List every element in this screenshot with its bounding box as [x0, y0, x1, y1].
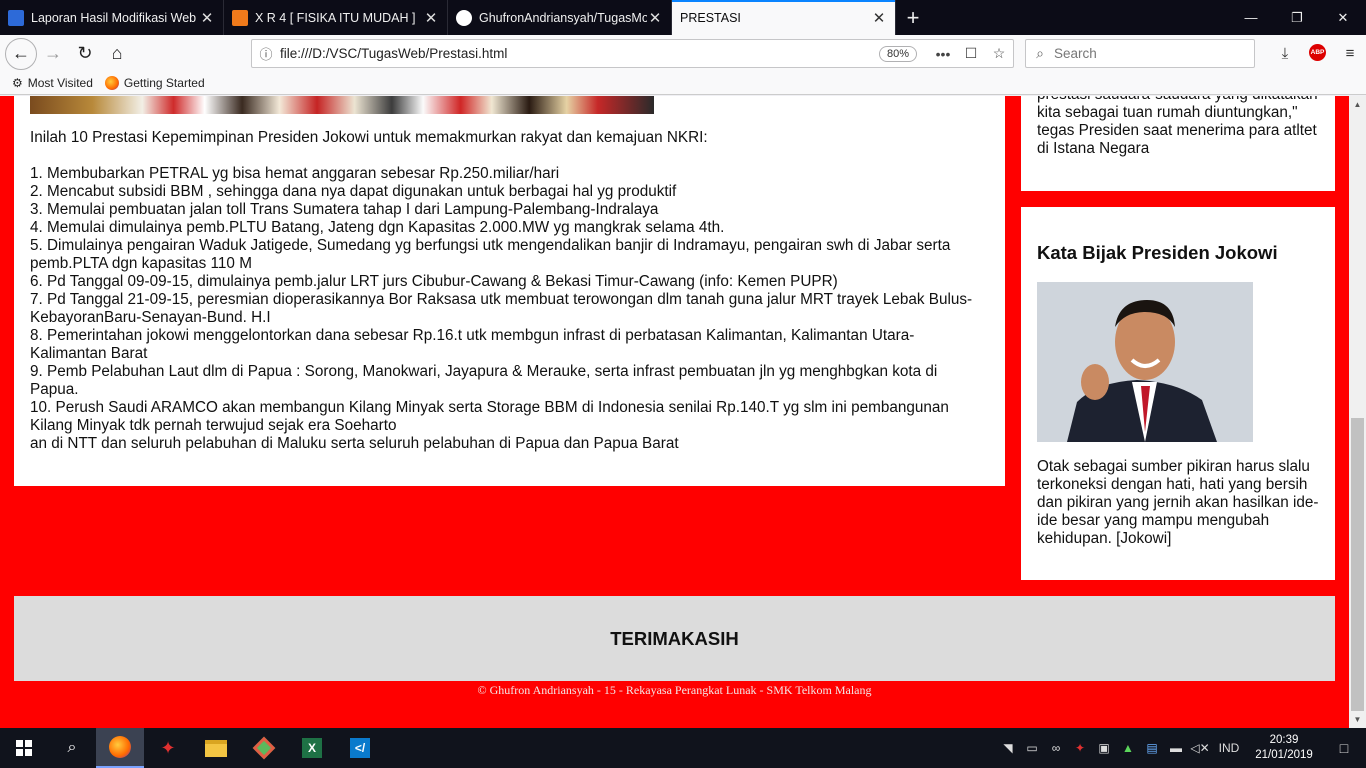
bookmark-getting-started[interactable]: Getting Started — [104, 76, 205, 90]
search-placeholder: Search — [1054, 46, 1097, 61]
article-photo — [30, 96, 654, 114]
restore-icon[interactable]: ❐ — [1274, 0, 1320, 35]
clock-time: 20:39 — [1269, 734, 1299, 746]
page-viewport: Inilah 10 Prestasi Kepemimpinan Presiden… — [0, 96, 1349, 728]
list-item: 2. Mencabut subsidi BBM , sehingga dana … — [30, 183, 677, 200]
page-actions-icon[interactable]: ••• — [929, 46, 957, 62]
sidebar-card-quote: Kata Bijak Presiden Jokowi Otak sebagai … — [1021, 207, 1335, 580]
tab-github[interactable]: GhufronAndriansyah/TugasMo ✕ — [448, 0, 672, 35]
close-window-icon[interactable]: ✕ — [1320, 0, 1366, 35]
reload-button[interactable]: ↻ — [69, 38, 101, 70]
footer-title: TERIMAKASIH — [610, 627, 739, 649]
close-tab-icon[interactable]: ✕ — [423, 9, 439, 27]
list-item: 4. Memulai dimulainya pemb.PLTU Batang, … — [30, 219, 725, 236]
tab-title: GhufronAndriansyah/TugasMo — [479, 10, 647, 25]
article-text: Inilah 10 Prestasi Kepemimpinan Presiden… — [30, 129, 980, 453]
os-taskbar: ⌕ ✦ X </ ◥ ▭ ∞ ✦ ▣ ▲ ▤ ▬ ◁✕ IND 20:39 21… — [0, 728, 1366, 768]
notification-icon[interactable]: □ — [1322, 740, 1366, 756]
windows-start-icon[interactable] — [0, 728, 48, 768]
footer-banner: TERIMAKASIH — [14, 596, 1335, 681]
bookmark-most-visited[interactable]: ⚙ Most Visited — [12, 76, 93, 90]
tab-title: PRESTASI — [680, 10, 741, 25]
language-indicator[interactable]: IND — [1212, 741, 1246, 755]
copyright-text: © Ghufron Andriansyah - 15 - Rekayasa Pe… — [477, 683, 872, 697]
tab-title: X R 4 [ FISIKA ITU MUDAH ] — [255, 10, 416, 25]
tab-fisika[interactable]: X R 4 [ FISIKA ITU MUDAH ] ✕ — [224, 0, 448, 35]
link-icon[interactable]: ∞ — [1044, 741, 1068, 755]
search-icon: ⌕ — [1036, 45, 1044, 61]
info-icon[interactable]: ⓘ — [252, 44, 280, 63]
forward-button[interactable]: → — [37, 38, 69, 70]
tab-laporan[interactable]: Laporan Hasil Modifikasi Web ✕ — [0, 0, 224, 35]
tab-prestasi[interactable]: PRESTASI ✕ — [672, 0, 896, 35]
page-scrollbar[interactable]: ▲ ▼ — [1349, 96, 1366, 728]
bookmark-star-icon[interactable]: ☆ — [985, 45, 1013, 62]
excel-icon[interactable]: X — [288, 728, 336, 768]
adblock-icon[interactable]: ABP — [1309, 44, 1326, 61]
scroll-up-icon[interactable]: ▲ — [1349, 96, 1366, 113]
new-tab-button[interactable]: + — [896, 0, 930, 35]
tab-strip: Laporan Hasil Modifikasi Web ✕ X R 4 [ F… — [0, 0, 1366, 35]
list-item: 7. Pd Tanggal 21-09-15, peresmian dioper… — [30, 291, 973, 326]
list-item: 5. Dimulainya pengairan Waduk Jatigede, … — [30, 237, 951, 272]
firefox-taskbar-icon[interactable] — [96, 728, 144, 768]
tray-app-icon[interactable]: ▤ — [1140, 741, 1164, 755]
portrait-image — [1037, 282, 1253, 442]
file-explorer-icon[interactable] — [192, 728, 240, 768]
article-intro: Inilah 10 Prestasi Kepemimpinan Presiden… — [30, 129, 708, 146]
bookmark-label: Most Visited — [27, 76, 93, 90]
bookmark-label: Getting Started — [123, 76, 205, 90]
search-input[interactable]: ⌕ Search — [1025, 39, 1255, 68]
network-icon[interactable]: ◥ — [996, 741, 1020, 755]
url-bar[interactable]: ⓘ file:///D:/VSC/TugasWeb/Prestasi.html … — [251, 39, 1014, 68]
sidebar-news-text: prestasi saudara-saudara yang dikatakan … — [1037, 96, 1318, 157]
jokowi-photo — [1037, 282, 1253, 442]
close-tab-icon[interactable]: ✕ — [199, 9, 215, 27]
zoom-badge[interactable]: 80% — [878, 45, 917, 62]
scrollbar-thumb[interactable] — [1351, 418, 1364, 711]
pocket-icon[interactable]: ☐ — [957, 45, 985, 62]
list-item: 1. Membubarkan PETRAL yg bisa hemat angg… — [30, 165, 560, 182]
search-icon[interactable]: ⌕ — [48, 728, 96, 768]
menu-icon[interactable]: ≡ — [1334, 37, 1366, 69]
article-card: Inilah 10 Prestasi Kepemimpinan Presiden… — [14, 96, 1005, 486]
close-tab-icon[interactable]: ✕ — [647, 9, 663, 27]
firefox-icon — [104, 76, 119, 90]
quote-text: Otak sebagai sumber pikiran harus slalu … — [1037, 458, 1319, 547]
blogger-icon — [232, 9, 248, 26]
volume-muted-icon[interactable]: ◁✕ — [1188, 741, 1212, 755]
tray-app-icon[interactable]: ▲ — [1116, 741, 1140, 755]
list-item: 8. Pemerintahan jokowi menggelontorkan d… — [30, 327, 915, 362]
download-icon[interactable]: ⤓ — [1269, 37, 1301, 69]
clock-date: 21/01/2019 — [1255, 749, 1313, 761]
git-app-icon[interactable] — [240, 728, 288, 768]
vscode-icon[interactable]: </ — [336, 728, 384, 768]
list-item: 9. Pemb Pelabuhan Laut dlm di Papua : So… — [30, 363, 938, 398]
close-tab-icon[interactable]: ✕ — [871, 9, 887, 27]
game-app-icon[interactable]: ✦ — [144, 728, 192, 768]
scroll-down-icon[interactable]: ▼ — [1349, 711, 1366, 728]
list-item: 6. Pd Tanggal 09-09-15, dimulainya pemb.… — [30, 273, 838, 290]
minimize-icon[interactable]: — — [1228, 0, 1274, 35]
nav-toolbar: ← → ↻ ⌂ ⓘ file:///D:/VSC/TugasWeb/Presta… — [0, 35, 1366, 72]
github-icon — [456, 9, 472, 26]
tab-title: Laporan Hasil Modifikasi Web — [31, 10, 197, 25]
quote-title: Kata Bijak Presiden Jokowi — [1037, 242, 1278, 263]
tray-app-icon[interactable]: ✦ — [1068, 741, 1092, 755]
battery-icon[interactable]: ▭ — [1020, 741, 1044, 755]
system-tray: ◥ ▭ ∞ ✦ ▣ ▲ ▤ ▬ ◁✕ IND 20:39 21/01/2019 … — [996, 728, 1366, 768]
bookmarks-toolbar: ⚙ Most Visited Getting Started — [0, 72, 1366, 95]
gear-icon: ⚙ — [12, 76, 23, 90]
home-button[interactable]: ⌂ — [101, 38, 133, 70]
bookmark-page-icon — [8, 9, 24, 26]
list-item: 10. Perush Saudi ARAMCO akan membangun K… — [30, 399, 949, 434]
tray-app-icon[interactable]: ▬ — [1164, 741, 1188, 755]
clock[interactable]: 20:39 21/01/2019 — [1246, 733, 1322, 763]
list-item: 3. Memulai pembuatan jalan toll Trans Su… — [30, 201, 659, 218]
back-button[interactable]: ← — [5, 37, 37, 70]
list-item: an di NTT dan seluruh pelabuhan di Maluk… — [30, 435, 679, 452]
sidebar-card-news: prestasi saudara-saudara yang dikatakan … — [1021, 96, 1335, 191]
url-text[interactable]: file:///D:/VSC/TugasWeb/Prestasi.html — [280, 46, 879, 61]
tray-app-icon[interactable]: ▣ — [1092, 741, 1116, 755]
